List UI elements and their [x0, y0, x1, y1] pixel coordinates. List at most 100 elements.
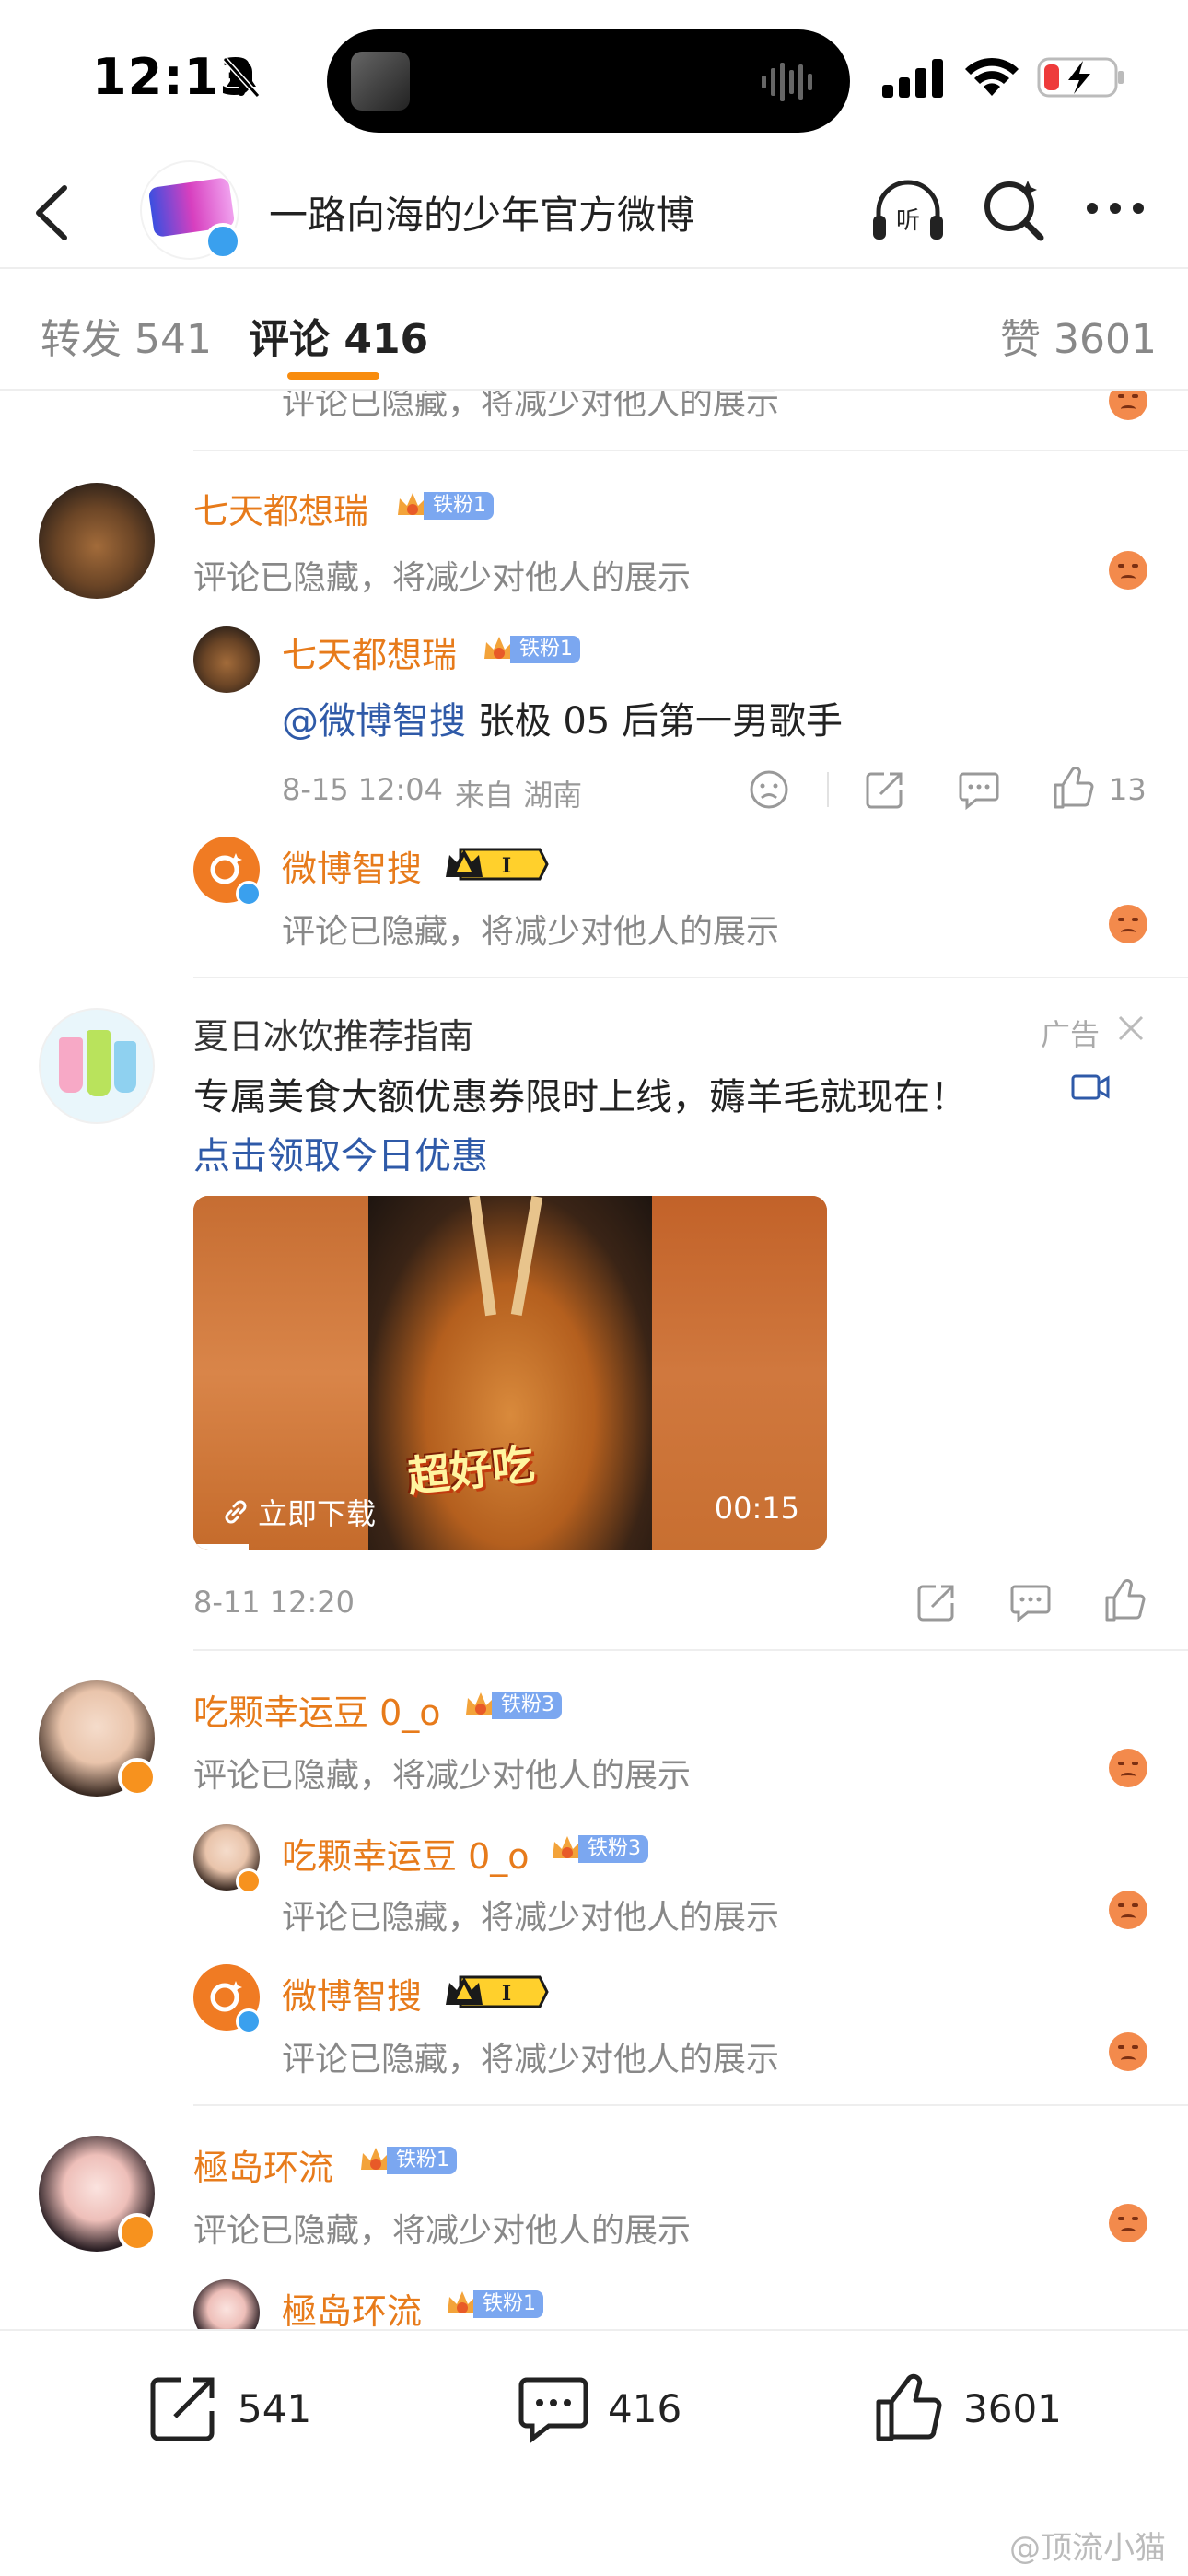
fan-badge-label: 铁粉1	[424, 492, 494, 520]
tab-comment-count: 416	[344, 316, 429, 363]
reply-hidden-text: 评论已隐藏，将减少对他人的展示	[282, 2041, 780, 2078]
dislike-face-icon[interactable]	[1109, 2032, 1147, 2071]
comment-hidden-text: 评论已隐藏，将减少对他人的展示	[282, 391, 780, 422]
tab-like-count: 3601	[1054, 316, 1157, 363]
comment-button[interactable]: 416	[518, 2371, 681, 2445]
fan-badge[interactable]: 铁粉3	[462, 1690, 562, 1721]
vip-level-badge-icon[interactable]: I	[444, 1973, 549, 2010]
audio-wave-icon	[762, 63, 812, 101]
fan-badge-label: 铁粉3	[578, 1835, 648, 1863]
fan-badge[interactable]: 铁粉3	[549, 1833, 648, 1865]
fan-badge[interactable]: 铁粉1	[394, 490, 494, 521]
comment-list[interactable]: 评论已隐藏，将减少对他人的展示 七天都想瑞 铁粉1 评论已隐藏，将减少对他人的展…	[0, 391, 1188, 2329]
reply-username[interactable]: 極岛环流	[282, 2283, 422, 2329]
divider	[827, 772, 829, 807]
drink-art	[114, 1041, 136, 1093]
dislike-face-icon[interactable]	[1109, 1891, 1147, 1929]
video-progress-bar	[193, 1544, 249, 1550]
user-avatar[interactable]	[193, 2279, 260, 2329]
comment-username[interactable]: 七天都想瑞	[193, 483, 368, 533]
ad-link[interactable]: 点击领取今日优惠	[193, 1126, 488, 1179]
dislike-face-icon[interactable]	[1109, 2204, 1147, 2242]
reply-hidden-text: 评论已隐藏，将减少对他人的展示	[282, 913, 780, 951]
download-button[interactable]: 立即下载	[221, 1491, 376, 1533]
tab-like-label: 赞	[1000, 316, 1041, 363]
fan-badge-label: 铁粉1	[510, 636, 580, 663]
comment-username[interactable]: 極岛环流	[193, 2139, 333, 2190]
tab-repost-count: 541	[134, 316, 212, 363]
video-duration: 00:15	[714, 1491, 799, 1526]
dislike-face-icon[interactable]	[1109, 551, 1147, 590]
reply-username[interactable]: 微博智搜	[282, 840, 422, 891]
thumbs-up-icon	[876, 2373, 942, 2441]
dislike-outline-icon[interactable]	[748, 768, 790, 811]
tab-repost[interactable]: 转发 541	[41, 306, 212, 365]
tab-like[interactable]: 赞 3601	[1000, 306, 1157, 365]
status-bar: 12:13	[0, 0, 1188, 157]
verified-badge-icon	[118, 2213, 157, 2252]
vip-level-text: I	[502, 854, 511, 878]
user-avatar[interactable]	[39, 483, 155, 599]
chopstick	[510, 1196, 543, 1317]
reply-username[interactable]: 七天都想瑞	[282, 626, 457, 677]
reply-body: 张极 05 后第一男歌手	[477, 700, 844, 743]
comment-icon[interactable]	[1009, 1581, 1052, 1623]
like-icon[interactable]	[1052, 767, 1094, 811]
video-icon	[1071, 1074, 1110, 1100]
tab-repost-label: 转发	[41, 316, 122, 363]
comment-icon[interactable]	[958, 768, 1000, 811]
repost-button[interactable]: 541	[147, 2371, 311, 2445]
wifi-icon	[965, 57, 1019, 96]
divider	[193, 2104, 1188, 2106]
like-icon[interactable]	[1103, 1579, 1146, 1623]
close-icon[interactable]	[1116, 1013, 1146, 1043]
user-avatar[interactable]	[193, 626, 260, 693]
advertiser-avatar[interactable]	[39, 1008, 155, 1124]
verified-badge-icon	[236, 881, 262, 907]
advertiser-name[interactable]: 夏日冰饮推荐指南	[193, 1008, 473, 1059]
repost-share-icon	[150, 2377, 215, 2441]
mention-link[interactable]: @微博智搜	[282, 700, 466, 743]
drink-art	[59, 1037, 83, 1093]
dislike-face-icon[interactable]	[1109, 391, 1147, 420]
more-options-icon[interactable]	[1085, 199, 1146, 217]
fan-badge[interactable]: 铁粉1	[481, 634, 580, 665]
watermark: @顶流小猫	[1009, 2530, 1166, 2567]
download-label: 立即下载	[258, 1496, 377, 1531]
fan-badge-label: 铁粉1	[387, 2147, 457, 2174]
smart-search-icon[interactable]	[980, 175, 1046, 243]
ad-date: 8-11 12:20	[193, 1585, 355, 1620]
like-count: 3601	[963, 2385, 1062, 2431]
dynamic-island[interactable]	[327, 29, 850, 133]
active-tab-indicator	[287, 372, 379, 380]
bottom-action-bar: 541 416 3601 @顶流小猫	[0, 2329, 1188, 2576]
verified-badge-icon	[118, 1758, 157, 1797]
vip-level-text: I	[502, 1982, 511, 2006]
tab-bar: 转发 541 评论 416 赞 3601	[0, 269, 1188, 391]
divider	[193, 1649, 1188, 1651]
share-icon[interactable]	[864, 768, 906, 811]
fan-badge[interactable]: 铁粉1	[444, 2289, 543, 2320]
reply-username[interactable]: 吃颗幸运豆 0_o	[282, 1828, 530, 1879]
share-icon[interactable]	[915, 1581, 958, 1623]
dislike-face-icon[interactable]	[1109, 1749, 1147, 1787]
ad-video[interactable]: 超好吃 立即下载 00:15	[193, 1196, 827, 1550]
dislike-face-icon[interactable]	[1109, 905, 1147, 943]
tab-comment-label: 评论	[249, 316, 330, 363]
comment-count: 416	[608, 2385, 682, 2431]
vip-level-badge-icon[interactable]: I	[444, 846, 549, 883]
like-count: 13	[1109, 772, 1147, 807]
comment-hidden-text: 评论已隐藏，将减少对他人的展示	[193, 2212, 692, 2250]
tab-comment[interactable]: 评论 416	[249, 306, 428, 365]
like-button[interactable]: 3601	[873, 2371, 1062, 2445]
fan-badge-label: 铁粉1	[473, 2290, 543, 2318]
bell-muted-icon	[222, 56, 261, 99]
reply-username[interactable]: 微博智搜	[282, 1968, 422, 2019]
battery-charging-icon	[1037, 57, 1124, 98]
comment-username[interactable]: 吃颗幸运豆 0_o	[193, 1684, 441, 1735]
drink-art	[87, 1030, 111, 1096]
back-arrow-icon[interactable]	[28, 179, 79, 247]
page-title: 一路向海的少年官方微博	[269, 193, 695, 238]
fan-badge[interactable]: 铁粉1	[357, 2145, 457, 2176]
listen-headphones-icon[interactable]: 听	[871, 177, 945, 243]
